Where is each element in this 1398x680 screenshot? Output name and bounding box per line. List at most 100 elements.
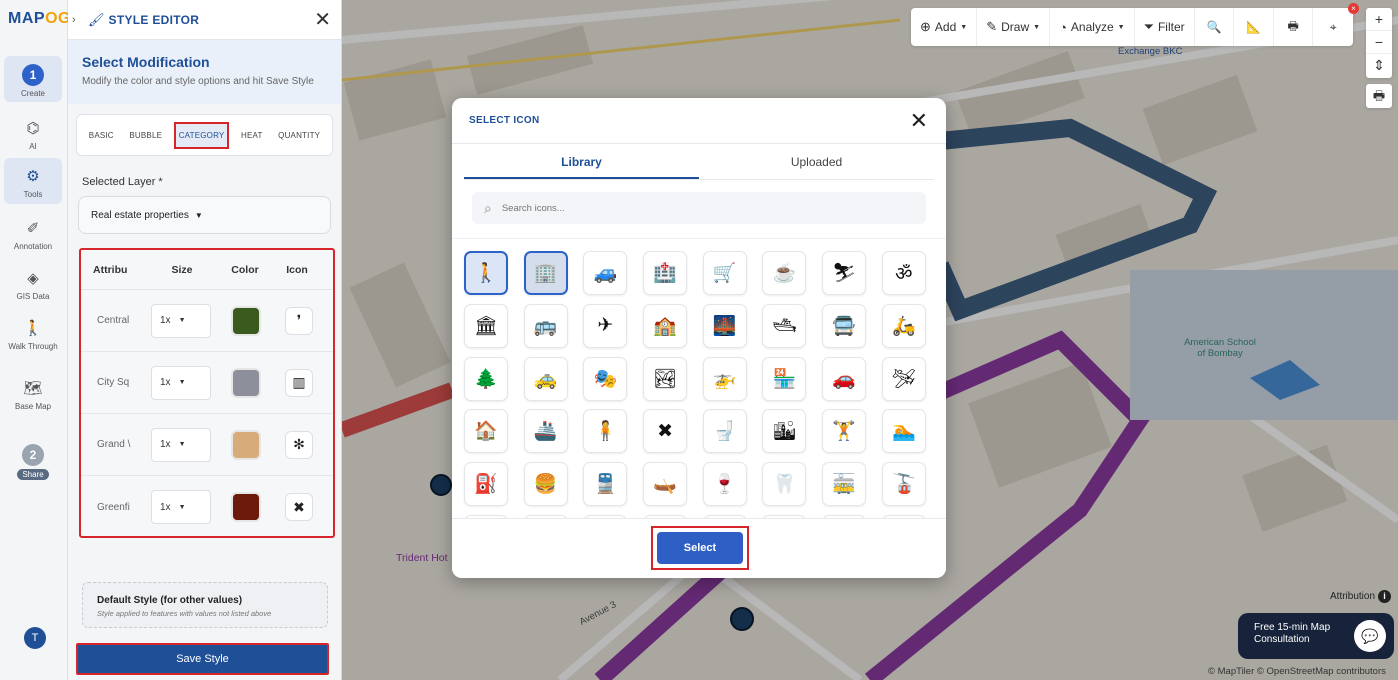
add-button[interactable]: ⊕ Add ▼ (911, 8, 978, 46)
tab-heat[interactable]: HEAT (237, 123, 267, 148)
icon-option[interactable]: ✈ (583, 303, 628, 348)
size-select[interactable]: 1x ▼ (151, 427, 211, 462)
color-swatch[interactable] (231, 367, 261, 398)
tab-uploaded[interactable]: Uploaded (699, 144, 934, 179)
icon-option[interactable]: 🏢 (523, 251, 568, 295)
rail-base-map[interactable]: 🗺 Base Map (4, 378, 62, 411)
icon-option[interactable]: 🚙 (583, 251, 628, 295)
tab-basic[interactable]: BASIC (85, 123, 118, 148)
layer-select[interactable]: Real estate properties ▼ (78, 196, 331, 234)
icon-option[interactable]: 🛒 (702, 251, 747, 295)
icon-picker[interactable]: ✻ (285, 430, 313, 459)
attribution[interactable]: Attribution i (1330, 590, 1392, 603)
icon-option[interactable]: 🚗 (822, 356, 867, 401)
size-select[interactable]: 1x ▼ (151, 490, 211, 524)
boat-icon: 🛥 (772, 315, 797, 337)
tab-library[interactable]: Library (464, 144, 699, 179)
save-style-button[interactable]: Save Style (76, 643, 329, 675)
icon-option[interactable]: 🚍 (822, 303, 867, 348)
icon-option[interactable]: 🏋 (822, 409, 867, 454)
close-icon[interactable]: ✕ (910, 108, 928, 134)
map-print-button[interactable]: 🖶 (1366, 84, 1392, 108)
icon-option[interactable]: 🚕 (523, 356, 568, 401)
icon-option[interactable]: 🚶 (464, 251, 508, 295)
icon-option[interactable]: 🚆 (583, 462, 628, 507)
icon-option[interactable]: ☕ (762, 251, 807, 295)
icon-option[interactable]: 🛥 (762, 303, 807, 348)
notification-badge[interactable]: × (1348, 3, 1359, 14)
icon-option[interactable]: 🛩 (881, 356, 926, 401)
icon-option[interactable]: ॐ (881, 251, 926, 295)
icon-picker[interactable]: ❜ (285, 306, 313, 335)
layers-icon: ◈ (27, 270, 39, 287)
icon-option[interactable]: 🚋 (822, 462, 867, 507)
tab-quantity[interactable]: QUANTITY (274, 123, 324, 148)
select-button[interactable]: Select (657, 532, 743, 564)
zoom-in-button[interactable]: + (1366, 8, 1392, 31)
color-swatch[interactable] (231, 429, 261, 460)
icon-option[interactable]: 🚢 (523, 409, 568, 454)
rail-gis-data[interactable]: ◈ GIS Data (4, 268, 62, 301)
rail-create[interactable]: 1 Create (4, 56, 62, 102)
consultation-widget[interactable]: Free 15-min Map Consultation 💬 (1238, 613, 1394, 659)
rail-walk-through[interactable]: 🚶 Walk Through (4, 318, 62, 351)
lighthouse-icon: 🏠 (474, 421, 498, 443)
icon-option[interactable]: 🍔 (523, 462, 568, 507)
analyze-button[interactable]: ◔ Analyze ▼ (1050, 8, 1135, 46)
size-select[interactable]: 1x ▼ (151, 365, 211, 400)
filter-button[interactable]: ⏷ Filter (1135, 8, 1195, 46)
color-swatch[interactable] (231, 305, 261, 336)
icon-option[interactable]: 🌉 (702, 303, 747, 348)
icon-option[interactable]: 🌲 (464, 356, 508, 401)
icon-option[interactable]: 🏞 (643, 356, 688, 401)
tab-category[interactable]: CATEGORY (173, 121, 230, 149)
avatar[interactable]: T (24, 627, 46, 649)
icon-option[interactable]: 🛵 (881, 303, 926, 348)
icon-option[interactable]: 🛶 (643, 462, 688, 507)
icon-option[interactable]: 🏙 (762, 409, 807, 454)
icon-picker[interactable]: ✖ (285, 493, 313, 521)
search-button[interactable]: 🔍 (1195, 8, 1235, 46)
rail-ai[interactable]: ⌬ AI (4, 118, 62, 151)
icon-option[interactable]: 🚡 (881, 462, 926, 507)
icon-option[interactable]: 🏪 (762, 356, 807, 401)
default-style-section[interactable]: Default Style (for other values) Style a… (82, 582, 328, 628)
icon-option[interactable]: 🚽 (702, 409, 747, 454)
print-button[interactable]: 🖶 (1274, 8, 1314, 46)
icon-option[interactable]: 🦷 (762, 462, 807, 507)
icon-option[interactable]: 🚌 (523, 303, 568, 348)
logo[interactable]: MAPOG (8, 10, 71, 28)
color-swatch[interactable] (231, 492, 261, 522)
chevron-right-icon[interactable]: › (72, 14, 84, 26)
measure-button[interactable]: 📐 (1234, 8, 1274, 46)
rail-tools[interactable]: ⚙ Tools (4, 158, 62, 204)
helicopter-icon: 🚁 (712, 368, 737, 390)
map-toolbar: ⊕ Add ▼ ✎ Draw ▼ ◔ Analyze ▼ ⏷ Filter 🔍 📐 🖶 ⌖ (911, 8, 1353, 46)
icon-option[interactable]: 🏊 (881, 409, 926, 454)
rail-share[interactable]: 2 Share (4, 444, 62, 480)
draw-button[interactable]: ✎ Draw ▼ (977, 8, 1051, 46)
icon-option[interactable]: ✖ (643, 409, 688, 454)
icon-option[interactable]: 🏠 (464, 409, 508, 454)
close-icon[interactable]: ✕ (314, 7, 331, 32)
locate-button[interactable]: ⌖ (1313, 8, 1353, 46)
store-icon: 🏪 (772, 368, 797, 390)
icon-option[interactable]: 🧍 (583, 409, 628, 454)
icon-option[interactable]: 🏫 (643, 303, 688, 348)
icon-option[interactable]: ⛽ (464, 462, 508, 507)
icon-grid-scroll[interactable]: 🚶 🏢 🚙 🏥 🛒 ☕ ⛷ ॐ 🏛 🚌 ✈ 🏫 🌉 🛥 🚍 🛵 🌲 🚕 🎭 🏞 🚁 🏪 🚗 🛩 🏠 🚢 🧍 ✖ 🚽 🏙 🏋 🏊 ⛽ 🍔 🚆 🛶 🍷 🦷 🚋 🚡 (452, 238, 946, 518)
zoom-out-button[interactable]: − (1366, 31, 1392, 54)
icon-picker[interactable]: ▥ (285, 368, 313, 397)
icon-option[interactable]: 🏛 (464, 303, 508, 348)
search-input[interactable] (501, 202, 882, 214)
icon-option[interactable]: 🎭 (583, 356, 628, 401)
size-select[interactable]: 1x ▼ (151, 303, 211, 338)
tab-bubble[interactable]: BUBBLE (125, 123, 166, 148)
icon-option[interactable]: 🚁 (702, 356, 747, 401)
rail-annotation[interactable]: ✐ Annotation (4, 218, 62, 251)
icon-option[interactable]: 🍷 (702, 462, 747, 507)
icon-option[interactable]: 🏥 (643, 251, 688, 295)
compass-button[interactable]: ⇕ (1366, 54, 1392, 77)
chat-icon[interactable]: 💬 (1354, 620, 1386, 652)
icon-option[interactable]: ⛷ (822, 251, 867, 295)
